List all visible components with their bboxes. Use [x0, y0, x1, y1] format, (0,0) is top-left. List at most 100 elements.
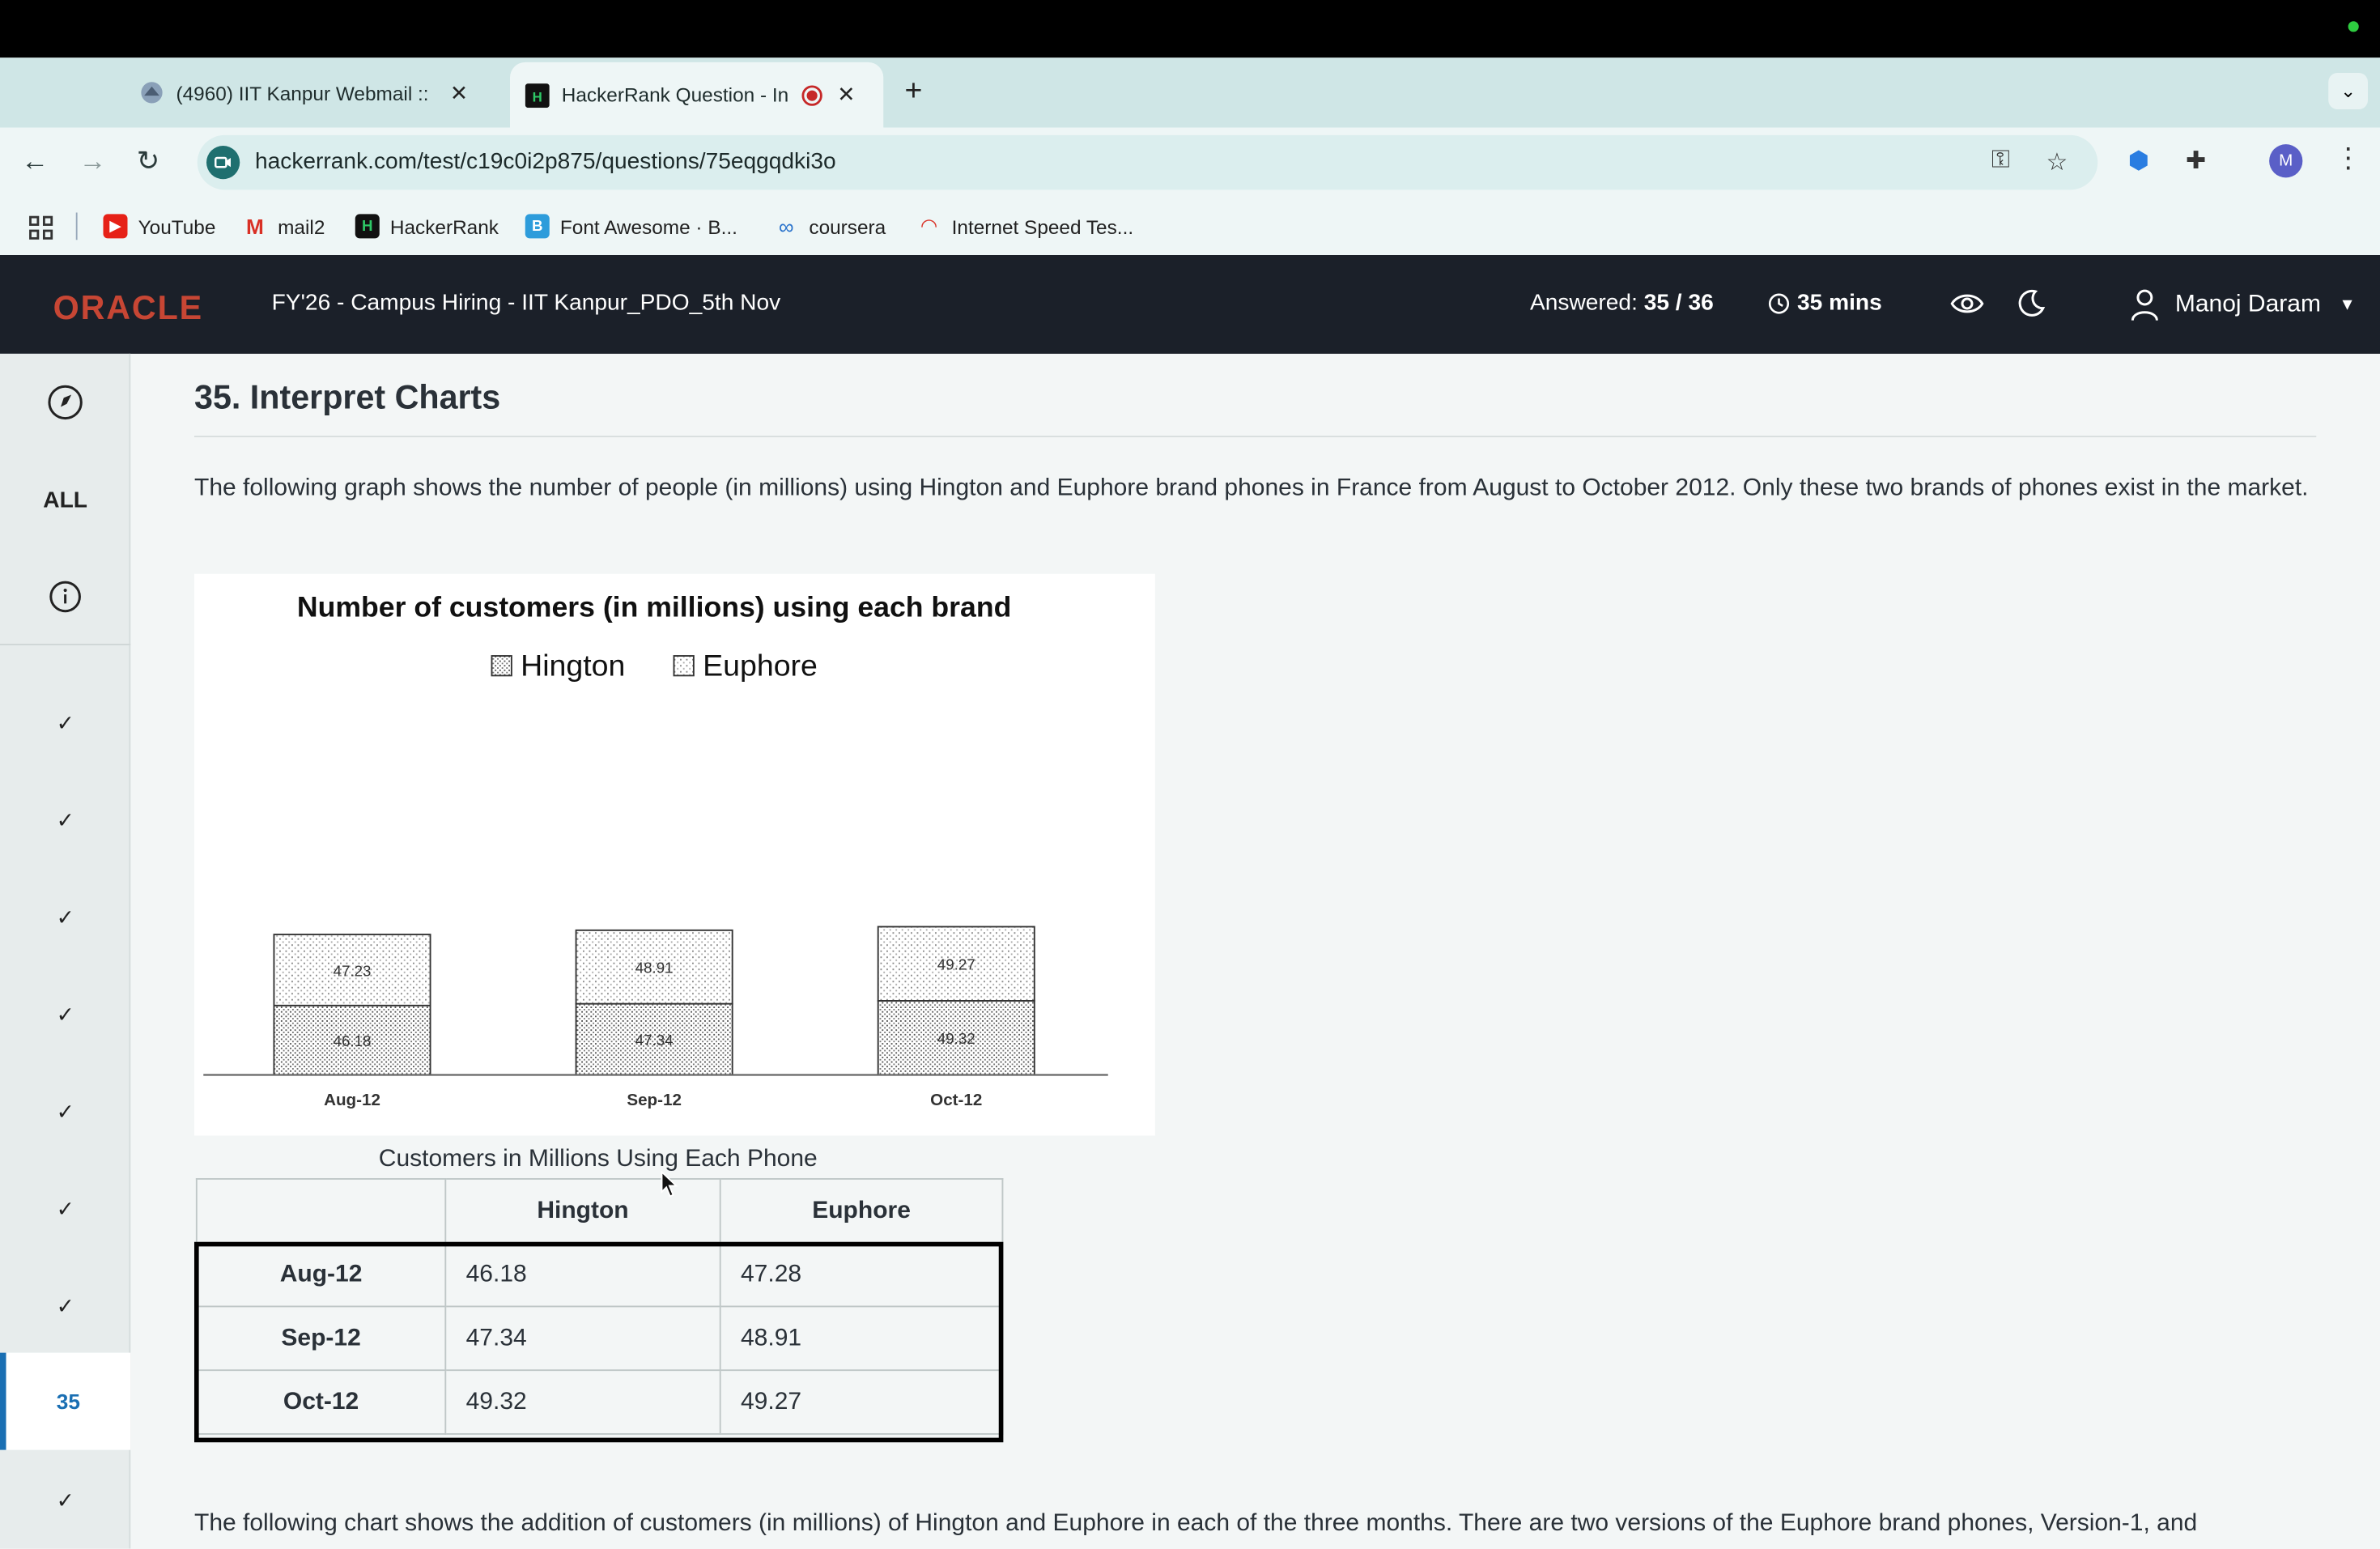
os-top-bar [0, 0, 2380, 58]
bookmark-youtube[interactable]: ▶ YouTube [103, 214, 216, 239]
data-label: 49.32 [937, 1030, 975, 1047]
bookmark-label: coursera [809, 215, 886, 238]
bookmark-speedtest[interactable]: ◠ Internet Speed Tes... [917, 214, 1133, 238]
table-row-header: Aug-12 [195, 1241, 447, 1308]
hackerrank-favicon-icon: H [525, 83, 550, 108]
answered-label: Answered: [1530, 290, 1638, 316]
answered-value: 35 / 36 [1643, 290, 1714, 316]
user-name: Manoj Daram [2174, 292, 2321, 317]
table-cell: 49.32 [444, 1369, 721, 1435]
table-header-cell [195, 1178, 447, 1244]
sidebar-question-answered[interactable]: ✓ [0, 772, 130, 869]
sidebar-question-answered[interactable]: ✓ [0, 966, 130, 1063]
chart-title: Number of customers (in millions) using … [297, 590, 1011, 623]
apps-grid-icon[interactable] [28, 214, 55, 241]
tab-hackerrank[interactable]: H HackerRank Question - In ✕ [510, 62, 884, 128]
user-menu[interactable]: Manoj Daram ▼ [2130, 288, 2356, 321]
bookmark-label: mail2 [278, 215, 325, 238]
password-key-icon[interactable]: ⚿ [1991, 147, 2010, 175]
question-title: 35. Interpret Charts [194, 377, 501, 416]
sidebar-item-all[interactable]: ALL [0, 451, 130, 548]
site-info-icon[interactable] [206, 146, 240, 180]
sidebar-question-answered[interactable]: ✓ [0, 674, 130, 772]
bookmark-label: HackerRank [389, 215, 499, 238]
dark-mode-moon-icon[interactable] [2016, 288, 2046, 326]
table-cell: 47.28 [719, 1241, 1004, 1308]
bookmark-mail2[interactable]: Mmail2 [243, 214, 325, 238]
bootstrap-icon: B [525, 214, 550, 239]
close-tab-icon[interactable]: ✕ [837, 82, 855, 108]
sidebar-question-answered[interactable]: ✓ [0, 1452, 130, 1549]
sidebar-question-answered[interactable]: ✓ [0, 1257, 130, 1355]
answered-count: Answered: 35 / 36 [1530, 290, 1714, 316]
chart-image: Number of customers (in millions) using … [194, 573, 1155, 1136]
data-table: Hington Euphore Aug-12 46.18 47.28 Sep-1… [195, 1178, 1004, 1435]
tab-search-icon[interactable]: ⌄ [2328, 73, 2368, 109]
table-caption: Customers in Millions Using Each Phone [378, 1146, 818, 1172]
table-row: Oct-12 49.32 49.27 [195, 1369, 1004, 1435]
stacked-bar-chart: Number of customers (in millions) using … [203, 590, 1108, 1109]
x-tick-label: Aug-12 [324, 1091, 380, 1109]
eye-icon[interactable] [1950, 288, 1984, 326]
table-row: Aug-12 46.18 47.28 [195, 1241, 1004, 1308]
table-cell: 47.34 [444, 1305, 721, 1372]
title-divider [194, 436, 2317, 437]
x-tick-label: Oct-12 [930, 1091, 982, 1109]
bookmark-hackerrank[interactable]: H HackerRank [355, 214, 499, 239]
data-label: 49.27 [937, 956, 975, 973]
sidebar-divider [0, 644, 131, 645]
sidebar-question-answered[interactable]: ✓ [0, 869, 130, 966]
caret-down-icon: ▼ [2339, 296, 2356, 315]
legend-label-euphore: Euphore [703, 648, 818, 682]
speedometer-icon: ◠ [920, 214, 938, 237]
mouse-cursor-icon [661, 1170, 679, 1206]
timer: 35 mins [1768, 290, 1882, 316]
back-icon[interactable]: ← [21, 146, 49, 177]
data-label: 47.34 [635, 1032, 674, 1049]
recording-icon [801, 84, 822, 105]
user-icon [2130, 288, 2161, 321]
data-label: 47.23 [334, 962, 372, 979]
legend-label-hington: Hington [521, 648, 625, 682]
timer-value: 35 mins [1797, 290, 1882, 316]
reload-icon[interactable]: ↻ [137, 146, 159, 177]
bookmark-coursera[interactable]: ∞ coursera [774, 214, 886, 238]
hackerrank-icon: H [355, 214, 380, 239]
forward-icon[interactable]: → [79, 146, 107, 177]
browser-menu-icon[interactable]: ⋮ [2335, 143, 2362, 174]
table-header-cell: Euphore [719, 1178, 1004, 1244]
data-label: 48.91 [635, 960, 674, 977]
address-bar[interactable]: hackerrank.com/test/c19c0i2p875/question… [197, 134, 2098, 190]
tab-webmail[interactable]: (4960) IIT Kanpur Webmail :: ✕ [140, 68, 468, 117]
test-name: FY'26 - Campus Hiring - IIT Kanpur_PDO_5… [271, 290, 781, 316]
bookmark-divider [75, 212, 78, 240]
sidebar-question-current[interactable]: 35 [0, 1352, 131, 1450]
question-footer-text: The following chart shows the addition o… [194, 1510, 2198, 1537]
bookmark-label: YouTube [138, 215, 216, 238]
extension-icon[interactable]: ⬢ [2128, 146, 2149, 177]
table-row-header: Sep-12 [195, 1305, 447, 1372]
data-label: 46.18 [334, 1032, 372, 1049]
close-tab-icon[interactable]: ✕ [450, 79, 468, 105]
table-cell: 48.91 [719, 1305, 1004, 1372]
table-cell: 46.18 [444, 1241, 721, 1308]
new-tab-button[interactable]: + [905, 74, 923, 109]
sidebar-question-answered[interactable]: ✓ [0, 1063, 130, 1160]
navigator-compass-icon[interactable] [0, 354, 130, 451]
bookmark-label: Font Awesome · B... [559, 215, 737, 238]
url-text[interactable]: hackerrank.com/test/c19c0i2p875/question… [255, 149, 836, 175]
profile-avatar[interactable]: M [2269, 144, 2303, 178]
gmail-icon: M [246, 214, 264, 239]
x-tick-label: Sep-12 [627, 1091, 682, 1109]
tab-label: (4960) IIT Kanpur Webmail :: [176, 81, 429, 104]
legend-swatch-euphore [673, 655, 695, 677]
clock-icon [1768, 292, 1790, 313]
info-icon[interactable] [0, 548, 130, 645]
table-header-row: Hington Euphore [195, 1178, 1004, 1244]
sidebar-question-answered[interactable]: ✓ [0, 1160, 130, 1257]
table-cell: 49.27 [719, 1369, 1004, 1435]
bookmark-star-icon[interactable]: ☆ [2046, 147, 2068, 178]
table-row-header: Oct-12 [195, 1369, 447, 1435]
extensions-puzzle-icon[interactable]: ✚ [2186, 146, 2206, 177]
bookmark-font-awesome[interactable]: B Font Awesome · B... [525, 214, 737, 239]
